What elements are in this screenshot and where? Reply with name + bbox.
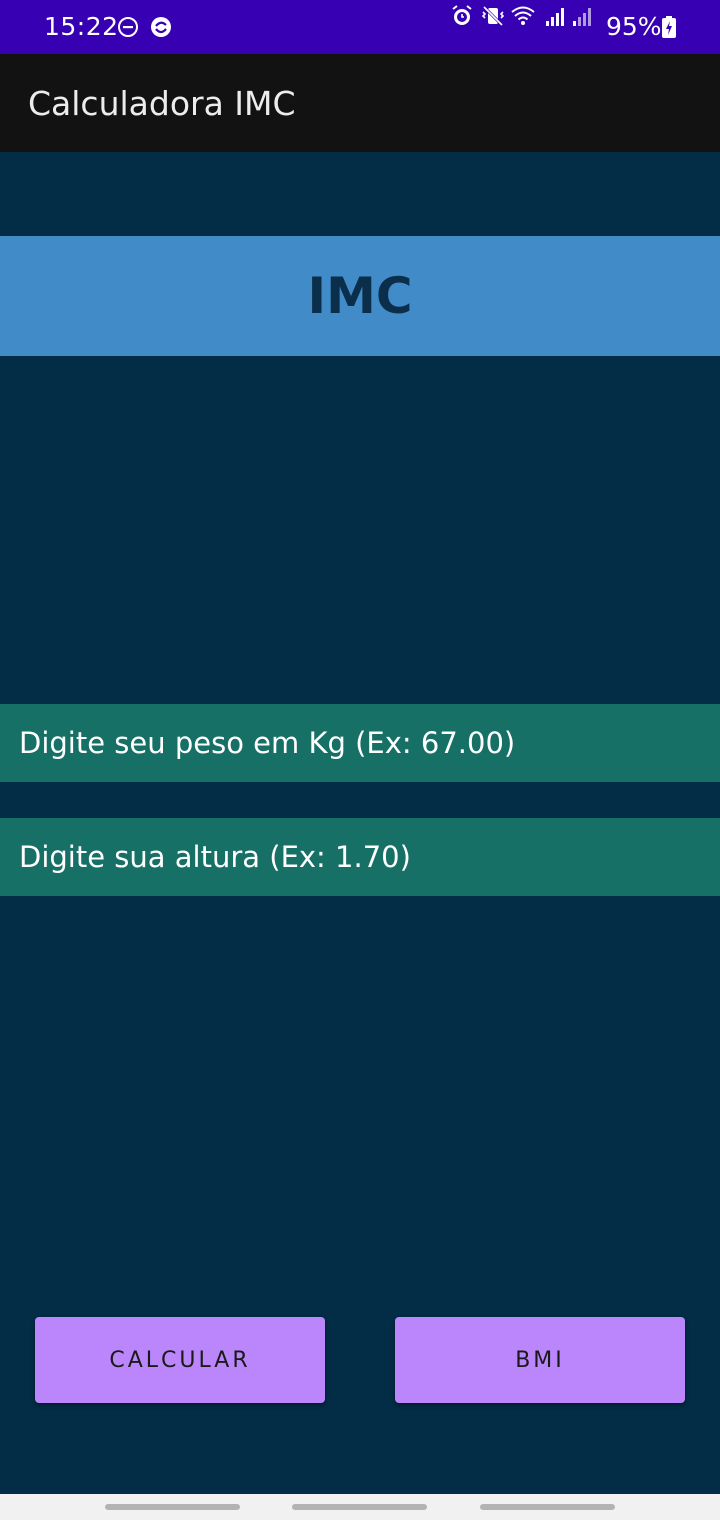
nav-recents-handle[interactable] (105, 1504, 240, 1510)
do-not-disturb-icon (117, 16, 139, 38)
status-time: 15:22 (44, 12, 119, 41)
app-bar: Calculadora IMC (0, 54, 720, 152)
battery-percentage: 95% (606, 12, 662, 41)
app-title: Calculadora IMC (28, 84, 296, 123)
height-input[interactable] (0, 818, 720, 896)
signal-icon (543, 3, 569, 29)
imc-header: IMC (0, 236, 720, 356)
battery-charging-icon (662, 16, 676, 38)
wifi-icon (510, 3, 536, 29)
nav-back-handle[interactable] (480, 1504, 615, 1510)
calculate-button[interactable]: CALCULAR (35, 1317, 325, 1403)
alarm-icon (449, 3, 475, 29)
vibrate-icon (480, 3, 506, 29)
imc-title: IMC (307, 267, 413, 325)
signal-icon (570, 3, 596, 29)
weight-input[interactable] (0, 704, 720, 782)
bmi-button[interactable]: BMI (395, 1317, 685, 1403)
status-bar: 15:22 95% (0, 0, 720, 54)
sync-icon (150, 16, 172, 38)
nav-home-handle[interactable] (292, 1504, 427, 1510)
navigation-bar (0, 1494, 720, 1520)
